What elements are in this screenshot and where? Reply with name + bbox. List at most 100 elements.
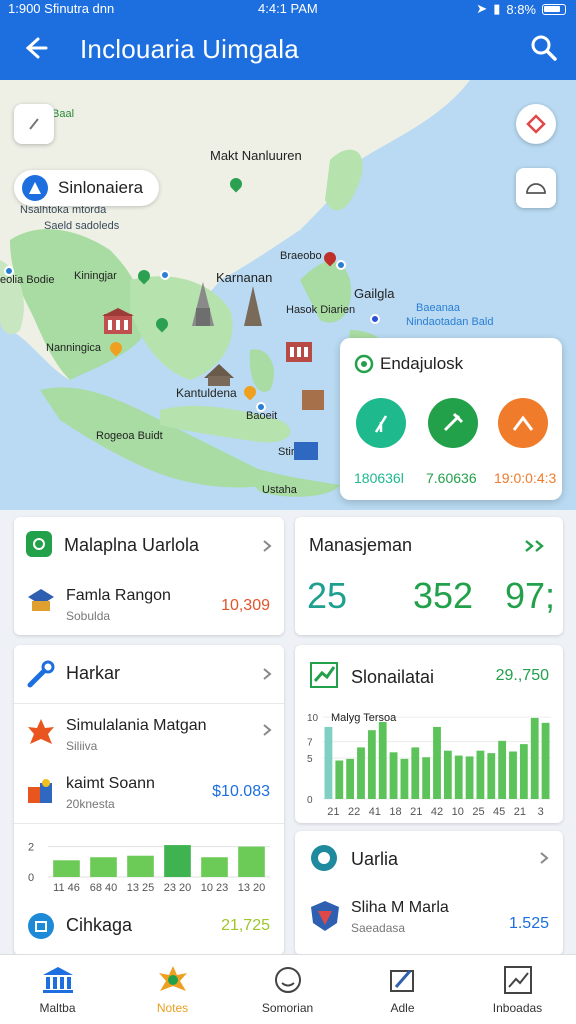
bar: [389, 752, 398, 799]
map-view[interactable]: Baal Makt Nanluuren Nsalhtoka mtorda Sae…: [0, 80, 576, 510]
map-label: Karnanan: [216, 270, 273, 285]
page-title: Inclouaria Uimgala: [80, 34, 299, 64]
bar: [238, 846, 265, 877]
location-popup[interactable]: Endajulosk 180636l 7.60636 19:0:0:4:3: [340, 338, 562, 500]
bottom-nav: Maltba Notes Somorian Adle Inboadas: [0, 954, 576, 1024]
card-slonailatai[interactable]: Slonailatai 29.,750 0 5 7 10 Malyg Tersoa 21 2…: [295, 645, 563, 823]
divider: [14, 703, 284, 704]
location-dot-icon[interactable]: [336, 260, 346, 270]
pin-icon: [22, 175, 48, 201]
chevron-right-icon[interactable]: [260, 723, 274, 737]
nav-item-adle[interactable]: Adle: [345, 955, 460, 1024]
signal-icon: ▮: [493, 1, 501, 16]
x-tick-label: 21: [410, 806, 422, 818]
building-icon[interactable]: [102, 308, 134, 336]
nav-label: Inboadas: [492, 1001, 543, 1015]
location-search-chip[interactable]: Sinlonaiera: [14, 170, 160, 206]
chevron-right-icon[interactable]: [537, 851, 551, 865]
bar: [411, 747, 420, 799]
nav-label: Somorian: [261, 1001, 314, 1015]
bar: [498, 740, 507, 799]
wrench-icon: [512, 415, 534, 431]
pagoda-icon[interactable]: [242, 286, 264, 328]
wrench-circle-button[interactable]: [498, 398, 548, 448]
back-arrow-icon[interactable]: [18, 32, 50, 64]
hammer-circle-button[interactable]: [428, 398, 478, 448]
x-tick-label: 18: [389, 806, 401, 818]
item-value: $10.083: [212, 783, 270, 800]
palace-icon[interactable]: [204, 364, 234, 386]
bar: [422, 757, 431, 799]
nav-item-notes[interactable]: Notes: [115, 955, 230, 1024]
stat-value: 97;: [505, 575, 556, 616]
bar: [357, 747, 365, 799]
nav-item-maltba[interactable]: Maltba: [0, 955, 115, 1024]
double-chevron-icon[interactable]: [523, 539, 549, 553]
nav-label: Maltba: [39, 1001, 76, 1015]
location-dot-icon[interactable]: [256, 402, 266, 412]
building-icon[interactable]: [302, 388, 324, 410]
map-label: Braeobo: [280, 250, 322, 262]
card-value: 29.,750: [495, 667, 549, 684]
compass-icon: [29, 118, 39, 130]
tools-circle-button[interactable]: [356, 398, 406, 448]
temple-icon[interactable]: [190, 282, 216, 328]
location-dot-icon[interactable]: [370, 314, 380, 324]
item-title: Simulalania Matgan: [66, 717, 207, 734]
location-chip-label: Sinlonaiera: [58, 178, 144, 197]
bar: [400, 758, 409, 799]
bar: [90, 857, 117, 877]
card-title: Manasjeman: [309, 535, 413, 555]
chevron-right-icon[interactable]: [260, 539, 274, 553]
bar: [509, 751, 517, 799]
map-label: Baeanaa: [416, 302, 461, 314]
divider: [14, 823, 284, 824]
y-tick-label: 0: [28, 872, 34, 884]
x-tick-label: 68 40: [90, 882, 118, 894]
card-manasjeman[interactable]: Manasjeman 25 352 97;: [295, 517, 563, 635]
x-tick-label: 11 46: [53, 882, 80, 894]
stat-value: 25: [307, 575, 348, 616]
bar: [519, 744, 528, 799]
bar: [465, 756, 474, 799]
wrench-icon: [27, 660, 55, 688]
leaf-icon: [26, 531, 52, 557]
chevron-right-icon[interactable]: [260, 667, 274, 681]
chart-growth-icon: [310, 662, 338, 688]
bar: [346, 758, 355, 799]
item-value: 10,309: [221, 597, 270, 614]
location-dot-icon[interactable]: [4, 266, 14, 276]
card-malaplna[interactable]: Malaplna Uarlola Famla Rangon Sobulda 10…: [14, 517, 284, 635]
x-tick-label: 21: [514, 806, 526, 818]
y-tick-label: 7: [307, 738, 313, 749]
x-tick-label: 3: [538, 806, 544, 818]
compass-button[interactable]: [14, 104, 54, 144]
x-tick-label: 45: [493, 806, 505, 818]
card-title: Harkar: [66, 663, 121, 683]
y-tick-label: 0: [307, 795, 313, 806]
item-subtitle: Saeadasa: [351, 921, 406, 935]
x-tick-label: 21: [327, 806, 339, 818]
nav-item-inboadas[interactable]: Inboadas: [460, 955, 575, 1024]
maple-leaf-icon: [28, 719, 54, 744]
location-target-button[interactable]: [516, 104, 556, 144]
building-icon[interactable]: [284, 338, 314, 364]
status-bar: 1:900 Sfinutra dnn 4:4:1 PAM ➤ ▮ 8:8%: [0, 0, 576, 18]
location-dot-icon[interactable]: [160, 270, 170, 280]
map-label: Rogeoa Buidt: [96, 430, 163, 442]
shield-icon: [311, 901, 339, 931]
tools-icon: [374, 415, 388, 433]
search-icon[interactable]: [528, 32, 560, 64]
map-label: Makt Nanluuren: [210, 148, 302, 163]
nav-item-somorian[interactable]: Somorian: [230, 955, 345, 1024]
card-uarlia[interactable]: Uarlia Sliha M Marla Saeadasa 1.525: [295, 831, 563, 955]
building-icon[interactable]: [294, 440, 318, 460]
trend-chart-icon: [504, 966, 532, 994]
item-value: 1.525: [508, 915, 549, 932]
map-label: Kiningjar: [74, 270, 117, 282]
edit-image-icon: [390, 970, 414, 992]
layers-button[interactable]: [516, 168, 556, 208]
card-harkar[interactable]: Harkar Simulalania Matgan Siliiva kaimt …: [14, 645, 284, 955]
face-icon: [275, 967, 301, 993]
battery-icon: [542, 3, 566, 15]
